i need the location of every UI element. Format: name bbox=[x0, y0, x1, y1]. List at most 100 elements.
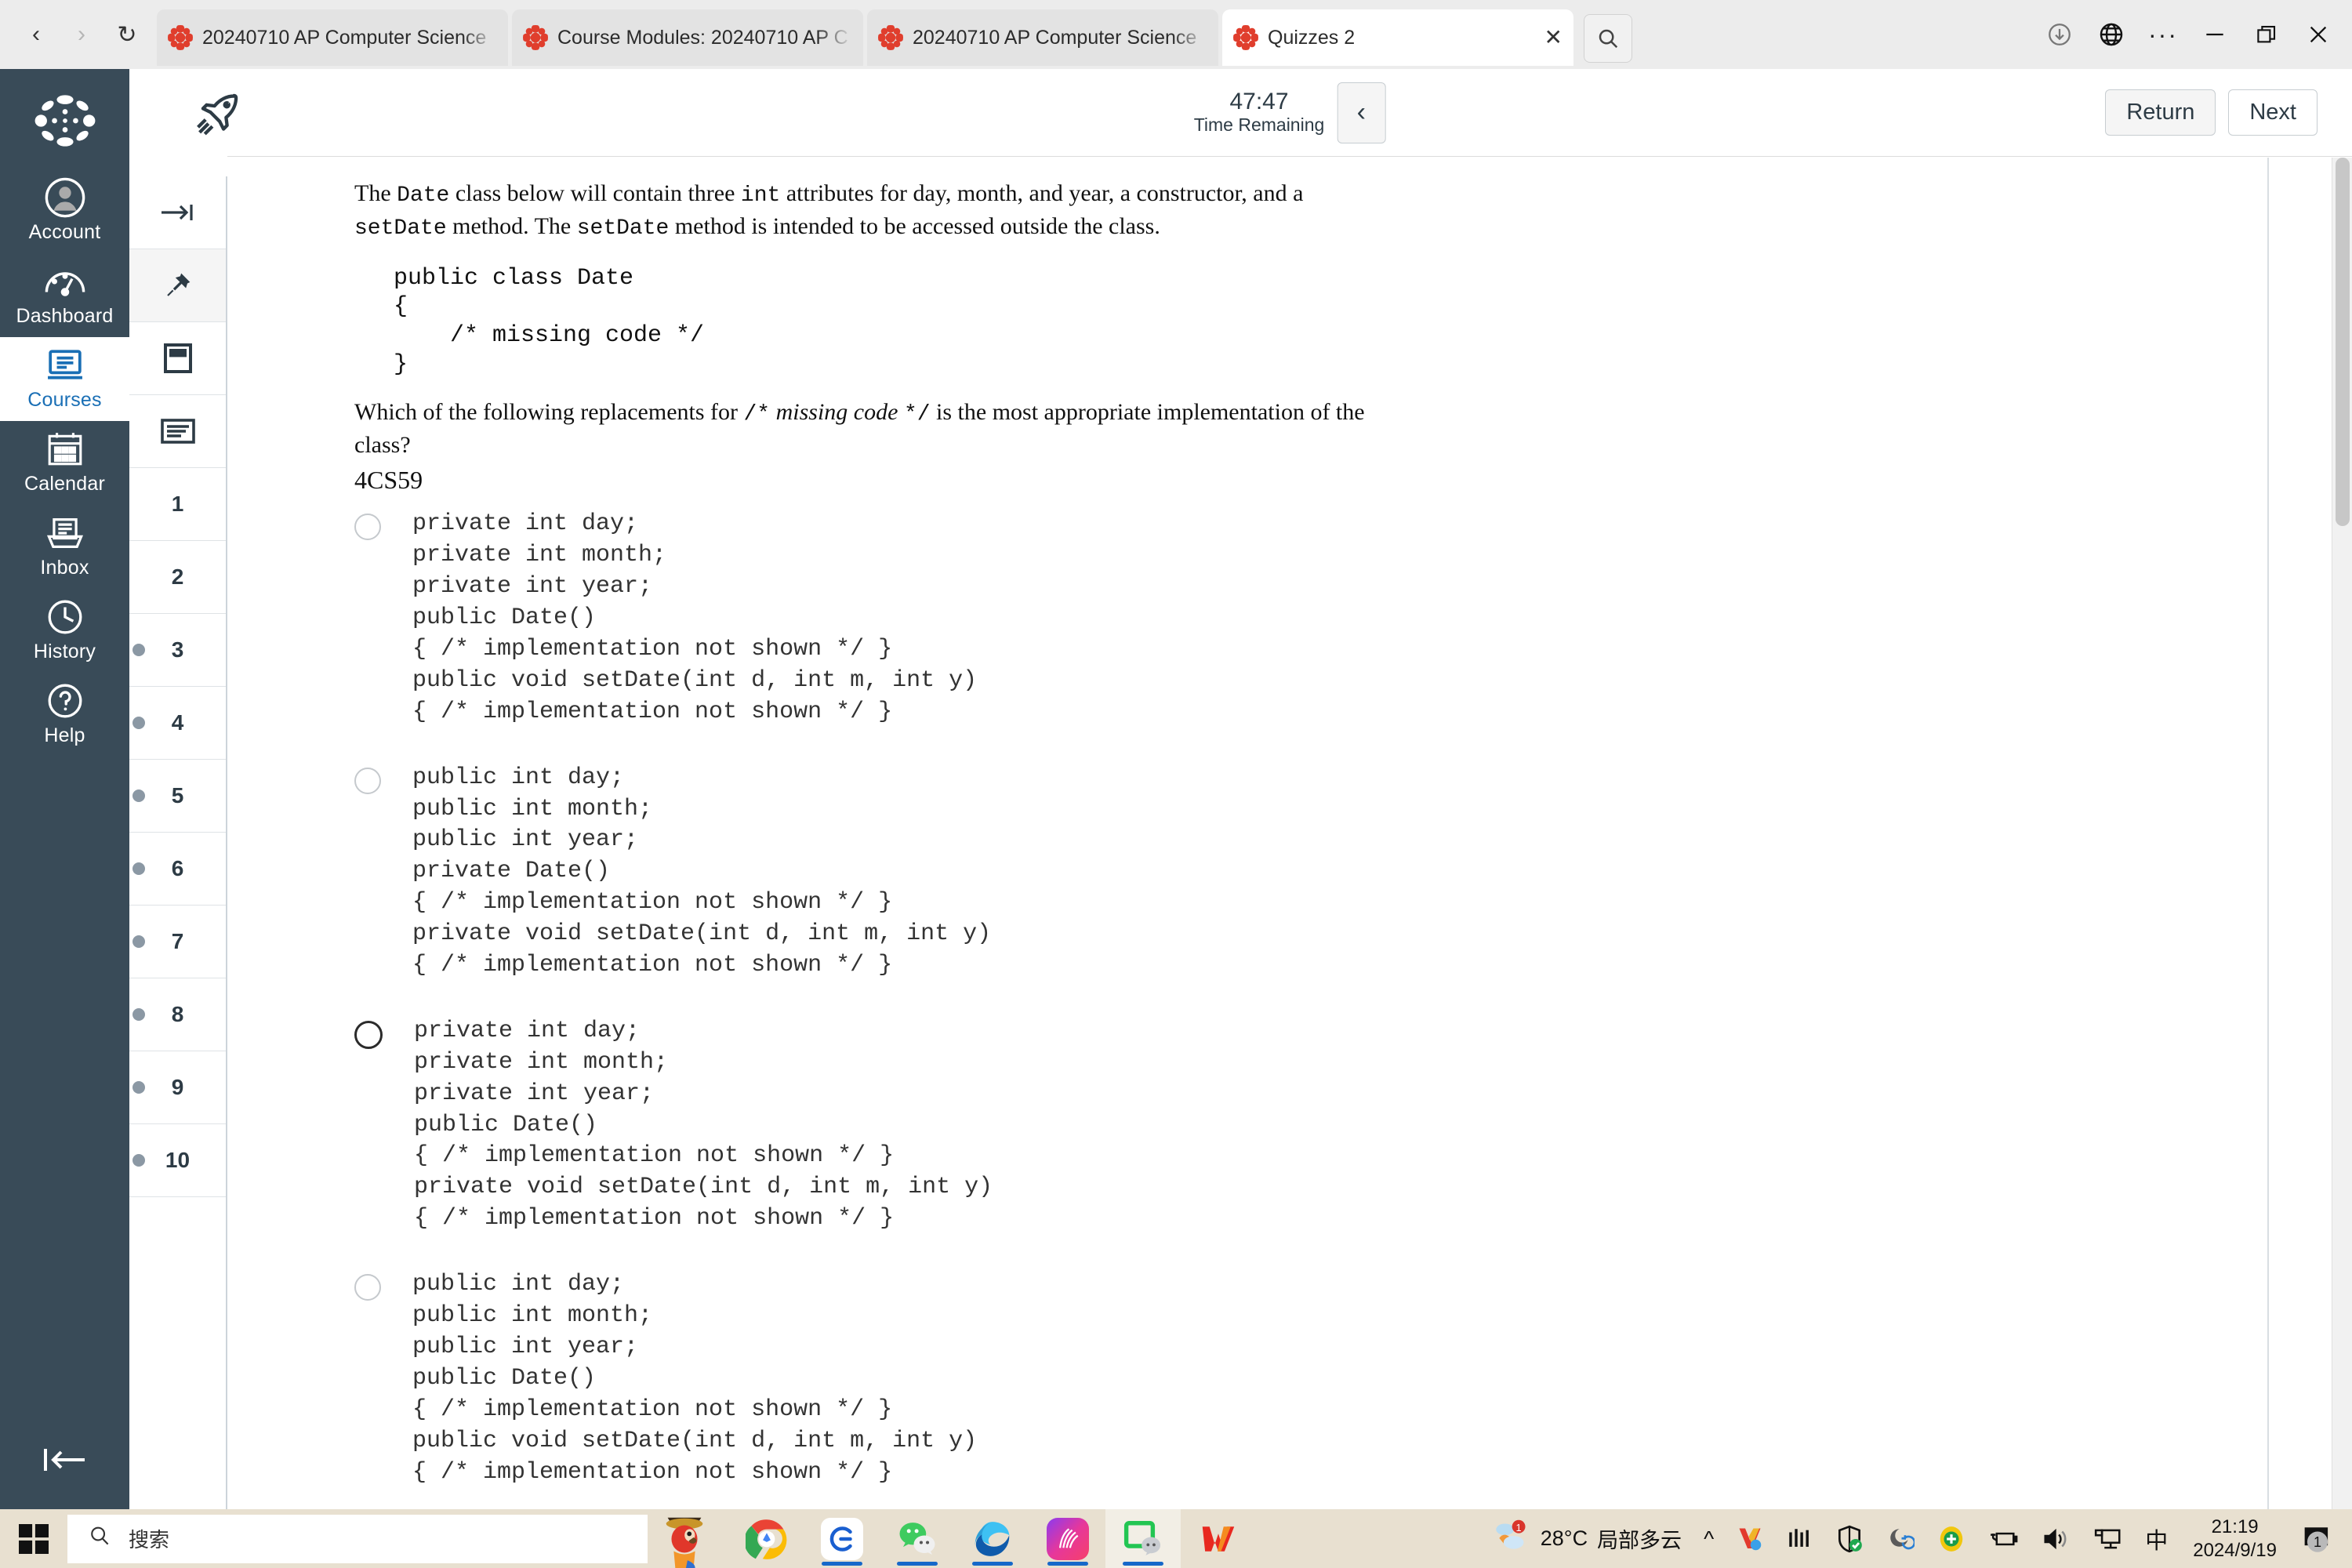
sidebar-item-dashboard[interactable]: Dashboard bbox=[0, 253, 129, 337]
v-app-icon[interactable] bbox=[1725, 1509, 1775, 1568]
answer-option[interactable]: private int day; private int month; priv… bbox=[354, 509, 2267, 728]
next-button[interactable]: Next bbox=[2228, 89, 2318, 136]
browser-tab[interactable]: 20240710 AP Computer Science bbox=[867, 9, 1218, 66]
question-nav-item[interactable]: 8 bbox=[129, 978, 226, 1051]
ime-indicator[interactable]: 中 bbox=[2134, 1509, 2179, 1568]
weather-widget[interactable]: 1 28°C 局部多云 bbox=[1481, 1509, 1693, 1568]
restore-icon[interactable] bbox=[2241, 9, 2292, 60]
question-number: 10 bbox=[165, 1148, 191, 1172]
green-chat-icon[interactable] bbox=[1105, 1509, 1181, 1568]
tab-title: Quizzes 2 bbox=[1268, 26, 1356, 49]
taskbar-search-box[interactable]: 搜索 bbox=[67, 1514, 648, 1563]
windows-start-icon[interactable] bbox=[0, 1509, 67, 1568]
question-ask: Which of the following replacements for … bbox=[354, 397, 1366, 461]
expand-right-icon[interactable] bbox=[129, 176, 226, 249]
chrome-icon[interactable] bbox=[729, 1509, 804, 1568]
question-nav-item[interactable]: 1 bbox=[129, 468, 226, 541]
browser-tab[interactable]: 20240710 AP Computer Science bbox=[157, 9, 508, 66]
flag-dot-icon bbox=[132, 935, 145, 948]
browser-e-icon[interactable] bbox=[804, 1509, 880, 1568]
reload-icon[interactable]: ↻ bbox=[105, 13, 149, 56]
sidebar-item-inbox[interactable]: Inbox bbox=[0, 505, 129, 589]
globe-icon[interactable] bbox=[2085, 9, 2137, 60]
answer-code: private int day; private int month; priv… bbox=[414, 1017, 993, 1232]
sidebar-item-label: Calendar bbox=[24, 473, 106, 495]
collapse-nav-icon[interactable] bbox=[0, 1432, 129, 1487]
chevron-left-icon[interactable]: ‹ bbox=[1337, 82, 1386, 143]
notification-icon[interactable]: 1 bbox=[2291, 1509, 2344, 1568]
search-icon bbox=[88, 1524, 111, 1553]
close-tab-icon[interactable]: ✕ bbox=[1544, 27, 1563, 49]
sidebar-item-account[interactable]: Account bbox=[0, 169, 129, 253]
pin-icon[interactable] bbox=[129, 249, 226, 322]
question-nav-item[interactable]: 9 bbox=[129, 1051, 226, 1124]
sidebar-item-calendar[interactable]: Calendar bbox=[0, 421, 129, 505]
radio-button-focused[interactable] bbox=[354, 1020, 383, 1049]
note-icon[interactable] bbox=[129, 322, 226, 395]
tab-search-icon[interactable] bbox=[1584, 14, 1632, 63]
weather-icon: 1 bbox=[1492, 1519, 1530, 1558]
wps-icon[interactable] bbox=[1181, 1509, 1256, 1568]
browser-tab-active[interactable]: Quizzes 2 ✕ bbox=[1222, 9, 1573, 66]
courses-icon bbox=[45, 345, 85, 386]
radio-button[interactable] bbox=[354, 514, 381, 541]
sidebar-item-help[interactable]: Help bbox=[0, 673, 129, 757]
minimize-icon[interactable] bbox=[2189, 9, 2241, 60]
inline-code: */ bbox=[903, 402, 931, 427]
question-nav-item[interactable]: 10 bbox=[129, 1124, 226, 1197]
battery-icon[interactable] bbox=[1977, 1509, 2031, 1568]
scrollbar-thumb[interactable] bbox=[2336, 158, 2350, 526]
iml-icon[interactable] bbox=[1775, 1509, 1824, 1568]
canvas-logo-icon[interactable] bbox=[27, 83, 103, 158]
answer-option[interactable]: public int day; public int month; public… bbox=[354, 763, 2267, 982]
question-nav-item[interactable]: 2 bbox=[129, 541, 226, 614]
flag-dot-icon bbox=[132, 789, 145, 802]
forward-icon[interactable]: › bbox=[60, 13, 103, 56]
list-icon[interactable] bbox=[129, 395, 226, 468]
question-nav-item[interactable]: 6 bbox=[129, 833, 226, 906]
question-nav-item[interactable]: 3 bbox=[129, 614, 226, 687]
running-indicator bbox=[1123, 1562, 1163, 1566]
tray-expand-icon[interactable]: ^ bbox=[1693, 1509, 1725, 1568]
wechat-icon[interactable] bbox=[880, 1509, 955, 1568]
vertical-scrollbar[interactable] bbox=[2332, 158, 2352, 1509]
answer-code: public int day; public int month; public… bbox=[412, 1271, 978, 1486]
question-id: 4CS59 bbox=[354, 466, 423, 495]
answer-option[interactable]: public int day; public int month; public… bbox=[354, 1269, 2267, 1488]
question-icon bbox=[45, 681, 85, 721]
sync-icon[interactable] bbox=[1875, 1509, 1926, 1568]
question-nav-item[interactable]: 4 bbox=[129, 687, 226, 760]
question-nav-item[interactable]: 7 bbox=[129, 906, 226, 978]
system-tray: 1 28°C 局部多云 ^ 中 21:19 2024/9/19 1 bbox=[1481, 1509, 2352, 1568]
shield-icon[interactable] bbox=[1824, 1509, 1875, 1568]
answer-option[interactable]: private int day; private int month; priv… bbox=[354, 1016, 2267, 1235]
radio-button[interactable] bbox=[354, 1274, 381, 1301]
more-options-icon[interactable]: ··· bbox=[2137, 9, 2189, 60]
edge-icon[interactable] bbox=[955, 1509, 1030, 1568]
time-label: Time Remaining bbox=[1193, 114, 1325, 136]
kuaishou-icon[interactable] bbox=[1030, 1509, 1105, 1568]
return-button[interactable]: Return bbox=[2105, 89, 2216, 136]
prompt-text: method is intended to be accessed outsid… bbox=[669, 212, 1160, 239]
rocket-icon[interactable] bbox=[172, 87, 267, 139]
question-number: 2 bbox=[171, 564, 184, 589]
clock-icon bbox=[45, 597, 85, 637]
parrot-icon[interactable] bbox=[648, 1509, 721, 1568]
radio-button[interactable] bbox=[354, 767, 381, 794]
weather-temp: 28°C bbox=[1540, 1526, 1588, 1550]
quiz-question-content: The Date class below will contain three … bbox=[229, 158, 2267, 1509]
question-nav-item[interactable]: 5 bbox=[129, 760, 226, 833]
network-icon[interactable] bbox=[2082, 1509, 2134, 1568]
browser-tab[interactable]: Course Modules: 20240710 AP C bbox=[512, 9, 863, 66]
taskbar-clock[interactable]: 21:19 2024/9/19 bbox=[2179, 1515, 2291, 1563]
close-window-icon[interactable] bbox=[2292, 9, 2344, 60]
volume-icon[interactable] bbox=[2031, 1509, 2082, 1568]
back-icon[interactable]: ‹ bbox=[14, 13, 58, 56]
plus-circle-icon[interactable] bbox=[1926, 1509, 1977, 1568]
sidebar-item-history[interactable]: History bbox=[0, 589, 129, 673]
sidebar-item-courses[interactable]: Courses bbox=[0, 337, 129, 421]
inline-code: setDate bbox=[354, 216, 447, 241]
inbox-icon bbox=[45, 513, 85, 554]
window-controls: ··· bbox=[2034, 9, 2352, 60]
downloads-icon[interactable] bbox=[2034, 9, 2085, 60]
